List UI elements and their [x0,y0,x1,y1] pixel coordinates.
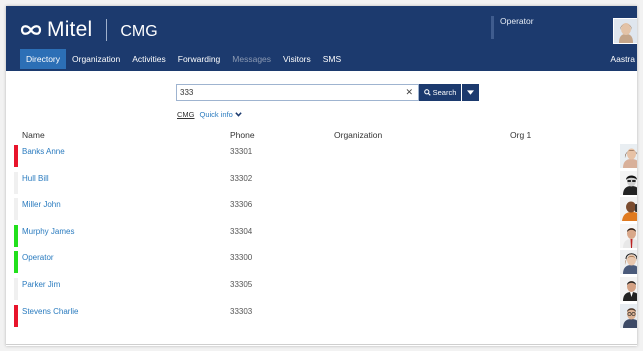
user-avatar[interactable] [613,18,637,44]
tab-organization[interactable]: Organization [66,49,126,69]
contact-avatar[interactable] [620,250,637,275]
man-glasses-photo-icon [620,303,637,328]
contact-avatar[interactable] [620,303,637,328]
logo-divider [106,19,108,41]
contact-name-link[interactable]: Parker Jim [22,280,60,289]
contact-phone: 33305 [230,280,253,289]
contact-phone: 33306 [230,200,253,210]
contact-phone: 33303 [230,306,253,316]
woman-headset-photo-icon [620,250,637,275]
directory-row[interactable]: Stevens Charlie 33303 [12,302,637,329]
column-header-name[interactable]: Name [22,130,45,140]
caret-down-icon [467,90,474,95]
search-source-tabs: CMG Quick info [177,108,242,120]
mitel-logo[interactable]: Mitel CMG [20,17,158,43]
contact-name-link[interactable]: Banks Anne [22,147,65,156]
directory-row[interactable]: Operator 33300 [12,248,637,275]
page-bottom-divider [6,344,637,345]
presence-indicator [14,304,18,327]
presence-indicator [14,278,18,300]
user-name[interactable]: Aastra [610,54,635,64]
app-name: CMG [120,23,158,40]
contact-name-link[interactable]: Stevens Charlie [22,307,78,316]
man-tie-photo-icon [620,223,637,248]
clear-icon[interactable]: ✕ [405,87,413,98]
operator-status-bar [491,16,494,39]
operator-label: Operator [500,16,534,26]
search-options-button[interactable] [462,84,479,101]
quick-info-dropdown[interactable]: Quick info [200,110,242,119]
presence-indicator [14,145,18,167]
contact-phone: 33302 [230,173,253,183]
contact-name-link[interactable]: Miller John [22,200,61,209]
search-button[interactable]: Search [419,84,461,101]
contact-phone: 33304 [230,226,253,236]
app-window: Mitel CMG Operator Directory Organizatio… [6,6,637,346]
column-header-organization[interactable]: Organization [334,130,382,140]
brand-name: Mitel [47,18,93,41]
presence-indicator [14,198,18,221]
contact-name-link[interactable]: Hull Bill [22,174,49,183]
woman-photo-icon [620,144,637,168]
directory-row[interactable]: Murphy James 33304 [12,222,637,249]
tab-activities[interactable]: Activities [126,49,172,69]
tab-visitors[interactable]: Visitors [277,49,317,69]
contact-avatar[interactable] [620,197,637,222]
contact-name-link[interactable]: Murphy James [22,227,74,236]
tab-forwarding[interactable]: Forwarding [172,49,227,69]
search-button-label: Search [432,88,457,97]
contact-avatar[interactable] [620,144,637,168]
mitel-logo-icon [20,25,42,35]
man-suit-photo-icon [620,277,637,301]
directory-row[interactable]: Banks Anne 33301 [12,142,637,169]
man-bw-photo-icon [620,170,637,195]
quick-info-label: Quick info [199,109,233,119]
chevron-down-icon [235,111,242,117]
directory-row[interactable]: Hull Bill 33302 [12,169,637,196]
column-header-phone[interactable]: Phone [230,130,255,140]
directory-row[interactable]: Parker Jim 33305 [12,275,637,302]
subtab-cmg[interactable]: CMG [177,110,195,119]
main-tabs: Directory Organization Activities Forwar… [20,49,347,69]
tab-directory[interactable]: Directory [20,49,67,69]
contact-phone: 33300 [230,253,253,263]
operator-status[interactable]: Operator [491,16,534,39]
user-avatar-photo-icon [614,19,637,43]
presence-indicator [14,251,18,274]
contact-avatar[interactable] [620,170,637,195]
contact-avatar[interactable] [620,223,637,248]
tab-sms[interactable]: SMS [317,49,347,69]
man-phone-photo-icon [620,197,637,222]
contact-phone: 33301 [230,147,253,156]
tab-messages[interactable]: Messages [226,49,277,69]
directory-row[interactable]: Miller John 33306 [12,195,637,222]
search-input[interactable] [180,85,400,100]
presence-indicator [14,171,18,194]
column-header-org1[interactable]: Org 1 [510,130,531,140]
contact-name-link[interactable]: Operator [22,253,54,262]
search-box: ✕ [176,84,419,101]
presence-indicator [14,224,18,247]
search-icon [423,89,431,96]
contact-avatar[interactable] [620,277,637,301]
top-bar: Mitel CMG Operator Directory Organizatio… [6,6,637,71]
